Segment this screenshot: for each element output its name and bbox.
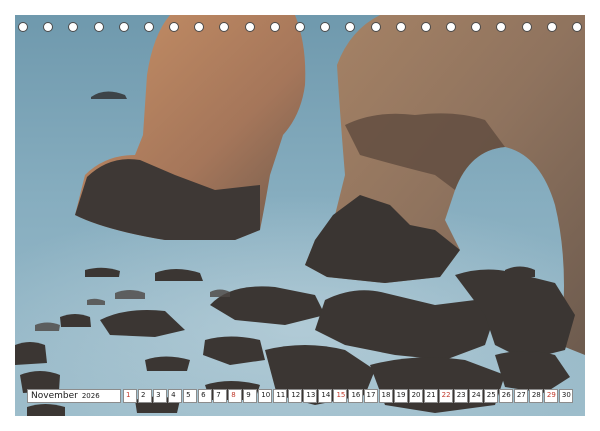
day-number: 25 [486,391,496,399]
day-number: 4 [171,391,176,399]
binding-ring [169,22,180,32]
binding-ring [194,22,205,32]
binding-ring [295,22,305,32]
month-name: November [31,391,78,401]
day-number: 22 [441,391,451,399]
day-cell: 21 [423,389,438,403]
day-cell: 18 [378,389,393,403]
binding-ring [18,22,28,32]
day-cell: 23 [453,389,468,403]
day-number: 15 [336,391,346,399]
day-cell: 16 [348,389,363,403]
binding-ring [43,22,54,32]
day-cell: 4 [168,389,183,403]
day-cell: 12 [288,389,303,403]
binding-ring [68,22,79,32]
day-number: 12 [291,391,301,399]
day-number: 13 [306,391,316,399]
binding-ring [143,22,154,32]
day-number: 11 [276,391,286,399]
day-cell: 3 [153,389,168,403]
photo-illustration [15,15,585,416]
day-cells: 1 2 3 4 5 6 7 8 9 10 11 12 13 14 15 16 17 18 19 20 21 22 23 24 2… [123,389,573,403]
binding-ring [320,22,331,32]
day-number: 16 [351,391,361,399]
day-cell: 10 [258,389,273,403]
day-number: 24 [471,391,481,399]
day-number: 30 [561,391,571,399]
day-number: 17 [366,391,376,399]
day-cell: 29 [543,389,558,403]
day-cell: 22 [438,389,453,403]
day-number: 5 [186,391,191,399]
calendar-page: November 2026 1 2 3 4 5 6 7 8 9 10 11 12 13 14 15 16 17 1… [0,0,600,431]
day-number: 28 [531,391,541,399]
day-number: 1 [126,391,131,399]
day-cell: 28 [528,389,543,403]
day-cell: 25 [483,389,498,403]
day-cell: 24 [468,389,483,403]
binding-ring [345,22,356,32]
binding-ring [370,22,381,32]
day-cell: 2 [138,389,153,403]
day-cell: 14 [318,389,333,403]
day-number: 9 [246,391,251,399]
day-number: 14 [321,391,331,399]
day-number: 6 [201,391,206,399]
binding-ring [93,22,104,32]
day-cell: 15 [333,389,348,403]
day-cell: 6 [198,389,213,403]
day-cell: 20 [408,389,423,403]
day-number: 3 [156,391,161,399]
year-label: 2026 [81,392,100,400]
day-number: 23 [456,391,466,399]
day-cell: 8 [228,389,243,403]
binding-ring [546,22,557,32]
binding-ring [471,22,482,32]
binding-ring [496,22,507,32]
day-number: 18 [381,391,391,399]
day-number: 20 [411,391,421,399]
day-cell: 17 [363,389,378,403]
month-label-box: November 2026 [27,389,121,403]
day-cell: 27 [513,389,528,403]
day-number: 8 [231,391,236,399]
binding-ring [420,22,431,32]
photo-sea-stacks [15,15,585,416]
day-cell: 30 [558,389,573,403]
day-cell: 1 [123,389,138,403]
binding-ring [269,22,280,32]
binding-ring [446,22,457,32]
binding-ring [521,22,532,32]
binding-ring [244,22,255,32]
day-number: 27 [516,391,526,399]
day-number: 2 [141,391,146,399]
binding-ring [118,22,129,32]
day-cell: 5 [183,389,198,403]
binding-ring [395,22,406,32]
day-cell: 13 [303,389,318,403]
day-cell: 19 [393,389,408,403]
day-number: 21 [426,391,436,399]
binding-rings [18,22,582,40]
day-number: 26 [501,391,511,399]
day-number: 10 [261,391,271,399]
day-cell: 9 [243,389,258,403]
calendar-strip: November 2026 1 2 3 4 5 6 7 8 9 10 11 12 13 14 15 16 17 1… [27,389,573,403]
day-number: 29 [546,391,556,399]
day-number: 19 [396,391,406,399]
day-cell: 26 [498,389,513,403]
day-cell: 11 [273,389,288,403]
day-cell: 7 [213,389,228,403]
binding-ring [572,22,582,32]
day-number: 7 [216,391,221,399]
binding-ring [219,22,230,32]
